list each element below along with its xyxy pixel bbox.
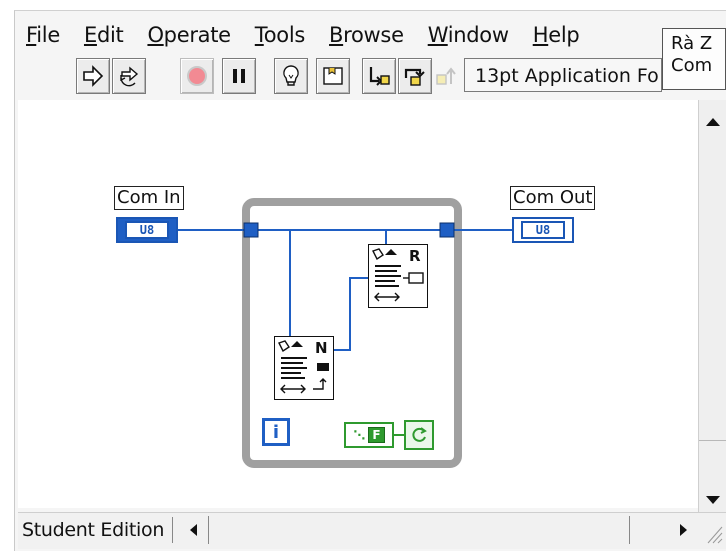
toolbar: 13pt Application Fo <box>76 58 666 96</box>
step-into-icon <box>369 67 390 86</box>
step-over-button[interactable] <box>398 58 432 94</box>
output-tunnel <box>439 222 455 238</box>
com-in-label: Com In <box>114 186 184 210</box>
menu-edit[interactable]: Edit <box>72 23 135 47</box>
edition-label: Student Edition <box>22 517 174 543</box>
menu-window[interactable]: Window <box>416 23 521 47</box>
run-arrow-icon <box>83 65 104 87</box>
menu-bar: File Edit Operate Tools Browse Window He… <box>14 20 654 50</box>
vi-icon-panel: Rà Z Com <box>662 28 726 90</box>
status-bar: Student Edition <box>18 512 726 549</box>
com-in-type: U8 <box>125 221 169 239</box>
com-out-label: Com Out <box>510 186 596 210</box>
loop-condition-terminal[interactable] <box>404 420 434 450</box>
scroll-down-icon[interactable] <box>706 496 720 504</box>
menu-browse[interactable]: Browse <box>317 23 416 47</box>
block-diagram[interactable]: Com In U8 Com Out U8 R N i ⋱ F <box>18 100 698 508</box>
menu-file[interactable]: File <box>14 23 72 47</box>
bytes-at-port-icon: N <box>278 339 329 394</box>
horizontal-scrollbar[interactable] <box>208 516 630 544</box>
com-in-terminal[interactable]: U8 <box>116 217 178 243</box>
continue-icon <box>412 427 427 442</box>
text-settings-ring[interactable]: 13pt Application Fo <box>464 58 662 92</box>
false-constant[interactable]: ⋱ F <box>344 422 394 448</box>
run-continuously-button[interactable] <box>112 58 146 94</box>
retain-wire-values-icon <box>323 67 343 85</box>
scroll-left-icon[interactable] <box>190 524 197 536</box>
menu-help[interactable]: Help <box>521 23 592 47</box>
step-into-button[interactable] <box>362 58 396 94</box>
retain-wire-values-button[interactable] <box>316 58 350 94</box>
bytes-at-port-subvi[interactable]: N <box>274 336 334 400</box>
panel-line-1: Rà Z <box>671 33 713 54</box>
step-out-button[interactable] <box>434 64 460 88</box>
run-continuously-icon <box>120 66 139 87</box>
highlight-execution-button[interactable] <box>274 58 308 94</box>
scroll-up-icon[interactable] <box>706 118 720 126</box>
input-tunnel <box>243 222 259 238</box>
false-value: F <box>368 427 385 443</box>
pause-button[interactable] <box>222 58 256 94</box>
com-out-type: U8 <box>521 221 565 239</box>
run-button[interactable] <box>76 58 110 94</box>
abort-button[interactable] <box>180 58 214 94</box>
serial-read-subvi[interactable]: R <box>368 244 428 308</box>
iteration-terminal[interactable]: i <box>262 418 290 446</box>
vertical-scrollbar[interactable] <box>698 100 726 520</box>
step-out-icon <box>436 67 456 85</box>
svg-text:N: N <box>315 339 328 357</box>
step-over-icon <box>404 68 425 86</box>
bool-wire <box>394 434 404 436</box>
svg-text:R: R <box>409 247 421 265</box>
wire-between-vis <box>334 277 368 351</box>
scroll-right-icon[interactable] <box>680 524 687 536</box>
highlight-execution-icon <box>283 65 299 86</box>
abort-icon <box>187 66 207 86</box>
menu-operate[interactable]: Operate <box>135 23 242 47</box>
panel-line-2: Com <box>671 55 713 76</box>
com-out-terminal[interactable]: U8 <box>512 217 574 243</box>
menu-tools[interactable]: Tools <box>243 23 317 47</box>
boolean-icon: ⋱ <box>353 428 366 442</box>
serial-read-icon: R <box>372 247 424 302</box>
pause-icon <box>233 69 245 83</box>
scroll-divider <box>699 440 726 441</box>
resize-grip-icon[interactable] <box>706 517 724 545</box>
